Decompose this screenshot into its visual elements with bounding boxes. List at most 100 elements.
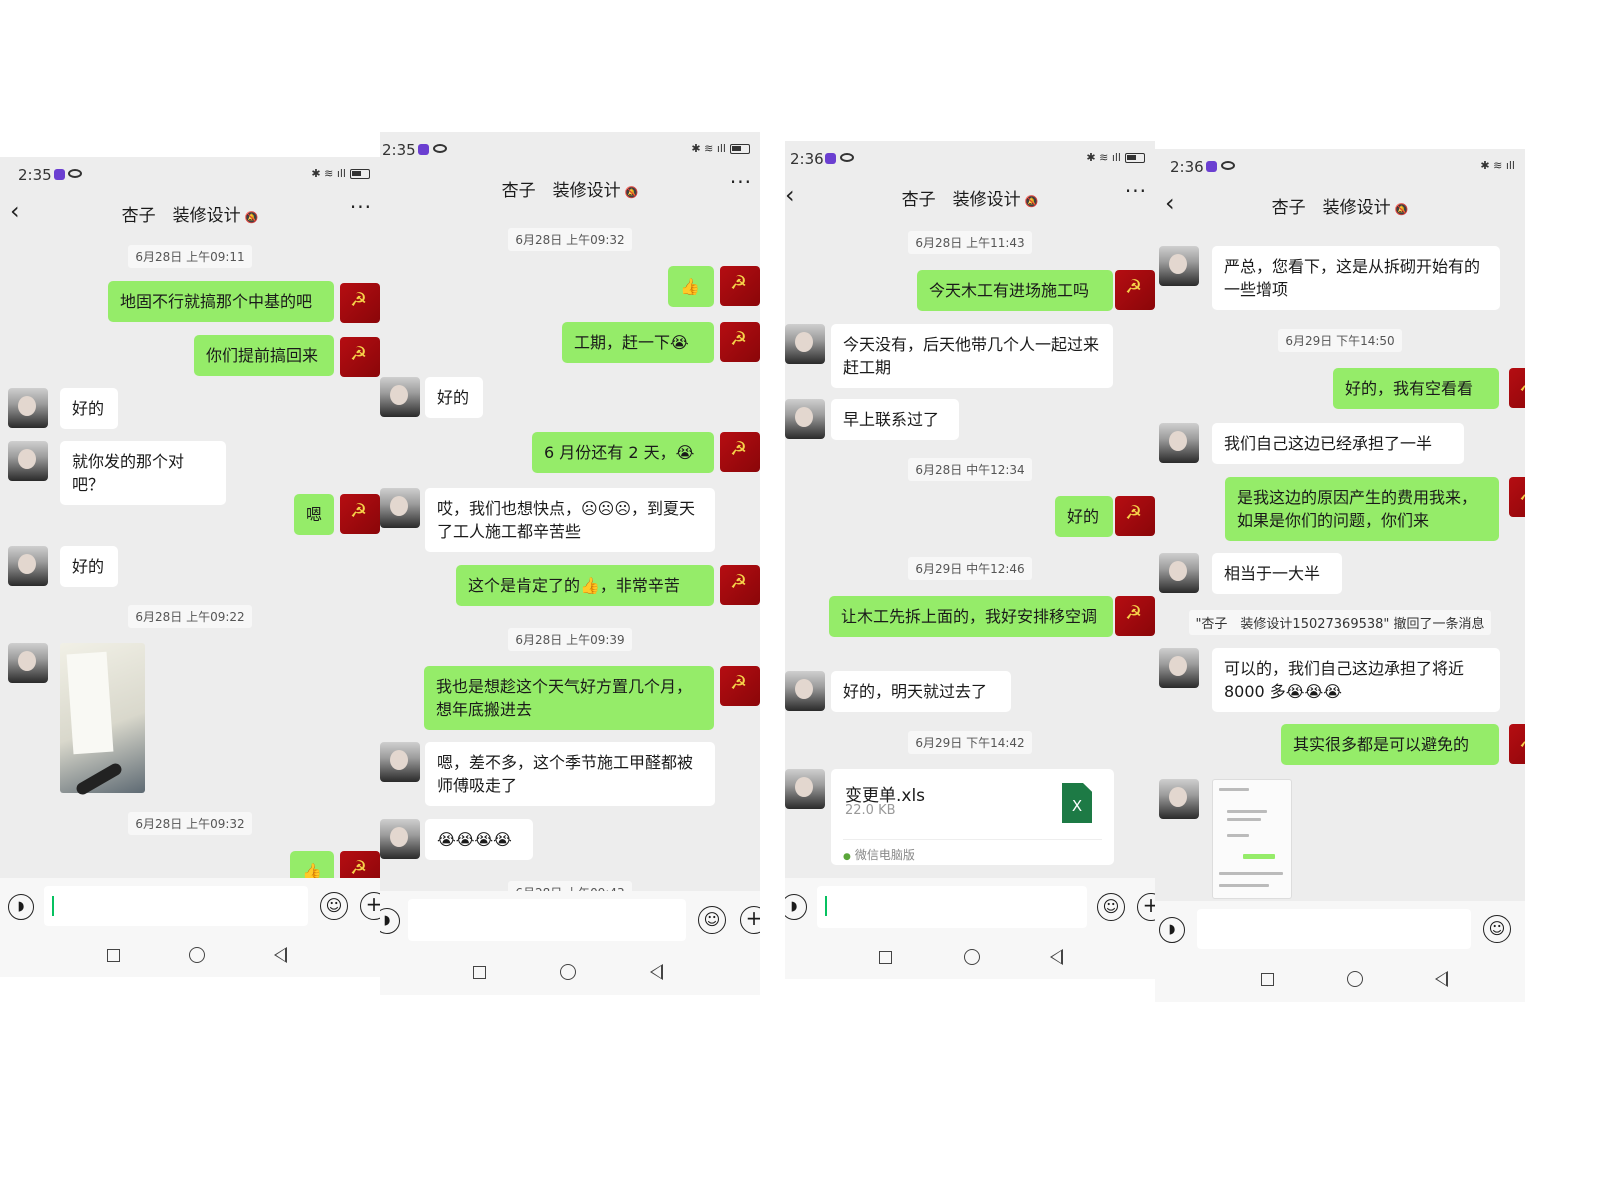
message-input[interactable] xyxy=(408,899,686,941)
more-icon[interactable]: ··· xyxy=(1125,179,1147,203)
contact-avatar[interactable] xyxy=(785,399,825,439)
message-bubble[interactable]: 好的 xyxy=(60,388,118,429)
eye-icon xyxy=(433,144,447,153)
my-avatar[interactable] xyxy=(1115,270,1155,310)
message-input[interactable] xyxy=(1197,909,1471,949)
message-bubble[interactable]: 今天木工有进场施工吗 xyxy=(917,270,1113,311)
home-icon[interactable] xyxy=(189,947,205,963)
my-avatar[interactable] xyxy=(720,266,760,306)
contact-avatar[interactable] xyxy=(380,488,420,528)
message-bubble[interactable]: 相当于一大半 xyxy=(1212,553,1342,594)
message-bubble[interactable]: 是我这边的原因产生的费用我来，如果是你们的问题，你们来 xyxy=(1225,477,1499,541)
message-bubble[interactable]: 你们提前搞回来 xyxy=(194,335,334,376)
emoji-icon[interactable]: ☺ xyxy=(320,892,348,920)
contact-avatar[interactable] xyxy=(1159,648,1199,688)
plus-icon[interactable]: + xyxy=(360,892,380,920)
message-bubble[interactable]: 👍 xyxy=(668,266,714,307)
contact-avatar[interactable] xyxy=(8,388,48,428)
back-nav-icon[interactable] xyxy=(274,947,287,963)
message-bubble[interactable]: 其实很多都是可以避免的 xyxy=(1281,724,1499,765)
contact-avatar[interactable] xyxy=(380,819,420,859)
message-bubble[interactable]: 可以的，我们自己这边承担了将近 8000 多😭😭😭 xyxy=(1212,648,1500,712)
my-avatar[interactable] xyxy=(720,322,760,362)
screenshot-message[interactable] xyxy=(1212,779,1292,899)
voice-icon[interactable]: ◗ xyxy=(8,894,34,920)
message-bubble[interactable]: 就你发的那个对吧？ xyxy=(60,441,226,505)
message-bubble[interactable]: 这个是肯定了的👍，非常辛苦 xyxy=(456,565,714,606)
emoji-icon[interactable]: ☺ xyxy=(698,906,726,934)
my-avatar[interactable] xyxy=(340,494,380,534)
message-bubble[interactable]: 工期，赶一下😭 xyxy=(562,322,714,363)
contact-avatar[interactable] xyxy=(8,643,48,683)
my-avatar[interactable] xyxy=(720,666,760,706)
my-avatar[interactable] xyxy=(340,337,380,377)
voice-icon[interactable]: ◗ xyxy=(785,894,807,920)
chat-header: ‹ 杏子 装修设计 🔕 ··· xyxy=(0,191,380,235)
message-bubble[interactable]: 好的，我有空看看 xyxy=(1333,368,1499,409)
emoji-icon[interactable]: ☺ xyxy=(1483,915,1511,943)
message-bubble[interactable]: 好的 xyxy=(1055,496,1113,537)
image-message[interactable] xyxy=(60,643,145,793)
system-nav-bar xyxy=(785,936,1155,979)
my-avatar[interactable] xyxy=(1115,496,1155,536)
preview-line xyxy=(1219,788,1249,791)
home-icon[interactable] xyxy=(560,964,576,980)
recent-apps-icon[interactable] xyxy=(879,951,892,964)
home-icon[interactable] xyxy=(1347,971,1363,987)
voice-icon[interactable]: ◗ xyxy=(380,908,400,934)
my-avatar[interactable] xyxy=(720,432,760,472)
back-nav-icon[interactable] xyxy=(1050,949,1063,965)
message-bubble[interactable]: 好的 xyxy=(425,377,483,418)
contact-avatar[interactable] xyxy=(785,324,825,364)
contact-avatar[interactable] xyxy=(380,742,420,782)
message-bubble[interactable]: 地固不行就搞那个中基的吧 xyxy=(108,281,334,322)
message-bubble[interactable]: 嗯，差不多，这个季节施工甲醛都被师傅吸走了 xyxy=(425,742,715,806)
message-bubble[interactable]: 哎，我们也想快点，☹☹☹，到夏天了工人施工都辛苦些 xyxy=(425,488,715,552)
message-bubble[interactable]: 我们自己这边已经承担了一半 xyxy=(1212,423,1464,464)
message-input[interactable] xyxy=(44,886,308,926)
file-message[interactable]: 变更单.xls 22.0 KB X 微信电脑版 xyxy=(831,769,1114,865)
contact-avatar[interactable] xyxy=(1159,553,1199,593)
message-bubble[interactable]: 好的 xyxy=(60,546,118,587)
contact-avatar[interactable] xyxy=(785,769,825,809)
my-avatar[interactable] xyxy=(1509,724,1525,764)
my-avatar[interactable] xyxy=(1509,477,1525,517)
recent-apps-icon[interactable] xyxy=(1261,973,1274,986)
my-avatar[interactable] xyxy=(1509,368,1525,408)
preview-line xyxy=(1227,818,1261,821)
home-icon[interactable] xyxy=(964,949,980,965)
contact-avatar[interactable] xyxy=(785,671,825,711)
more-icon[interactable]: ··· xyxy=(350,195,372,219)
plus-icon[interactable]: + xyxy=(740,906,760,934)
message-bubble[interactable]: 😭😭😭😭 xyxy=(425,819,533,860)
message-bubble[interactable]: 早上联系过了 xyxy=(831,399,959,440)
my-avatar[interactable] xyxy=(340,283,380,323)
contact-name: 杏子 xyxy=(501,181,536,201)
more-icon[interactable]: ··· xyxy=(730,170,752,194)
recent-apps-icon[interactable] xyxy=(473,966,486,979)
contact-avatar[interactable] xyxy=(8,546,48,586)
contact-avatar[interactable] xyxy=(380,377,420,417)
back-nav-icon[interactable] xyxy=(650,964,663,980)
voice-icon[interactable]: ◗ xyxy=(1159,917,1185,943)
status-icons: ✱ ≋ ıll xyxy=(1086,151,1145,164)
contact-avatar[interactable] xyxy=(1159,246,1199,286)
message-bubble[interactable]: 6 月份还有 2 天，😭 xyxy=(532,432,714,473)
contact-avatar[interactable] xyxy=(1159,779,1199,819)
plus-icon[interactable]: + xyxy=(1137,893,1155,921)
message-input[interactable] xyxy=(817,886,1087,928)
contact-avatar[interactable] xyxy=(8,441,48,481)
recent-apps-icon[interactable] xyxy=(107,949,120,962)
message-bubble[interactable]: 我也是想趁这个天气好方置几个月，想年底搬进去 xyxy=(424,666,714,730)
message-bubble[interactable]: 好的，明天就过去了 xyxy=(831,671,1011,712)
my-avatar[interactable] xyxy=(720,565,760,605)
timestamp: 6月28日 上午09:32 xyxy=(0,812,380,835)
back-nav-icon[interactable] xyxy=(1435,971,1448,987)
message-bubble[interactable]: 让木工先拆上面的，我好安排移空调 xyxy=(829,596,1113,637)
contact-avatar[interactable] xyxy=(1159,423,1199,463)
message-bubble[interactable]: 严总，您看下，这是从拆砌开始有的一些增项 xyxy=(1212,246,1500,310)
message-bubble[interactable]: 今天没有，后天他带几个人一起过来赶工期 xyxy=(831,324,1113,388)
message-bubble[interactable]: 嗯 xyxy=(294,494,334,535)
emoji-icon[interactable]: ☺ xyxy=(1097,893,1125,921)
my-avatar[interactable] xyxy=(1115,596,1155,636)
